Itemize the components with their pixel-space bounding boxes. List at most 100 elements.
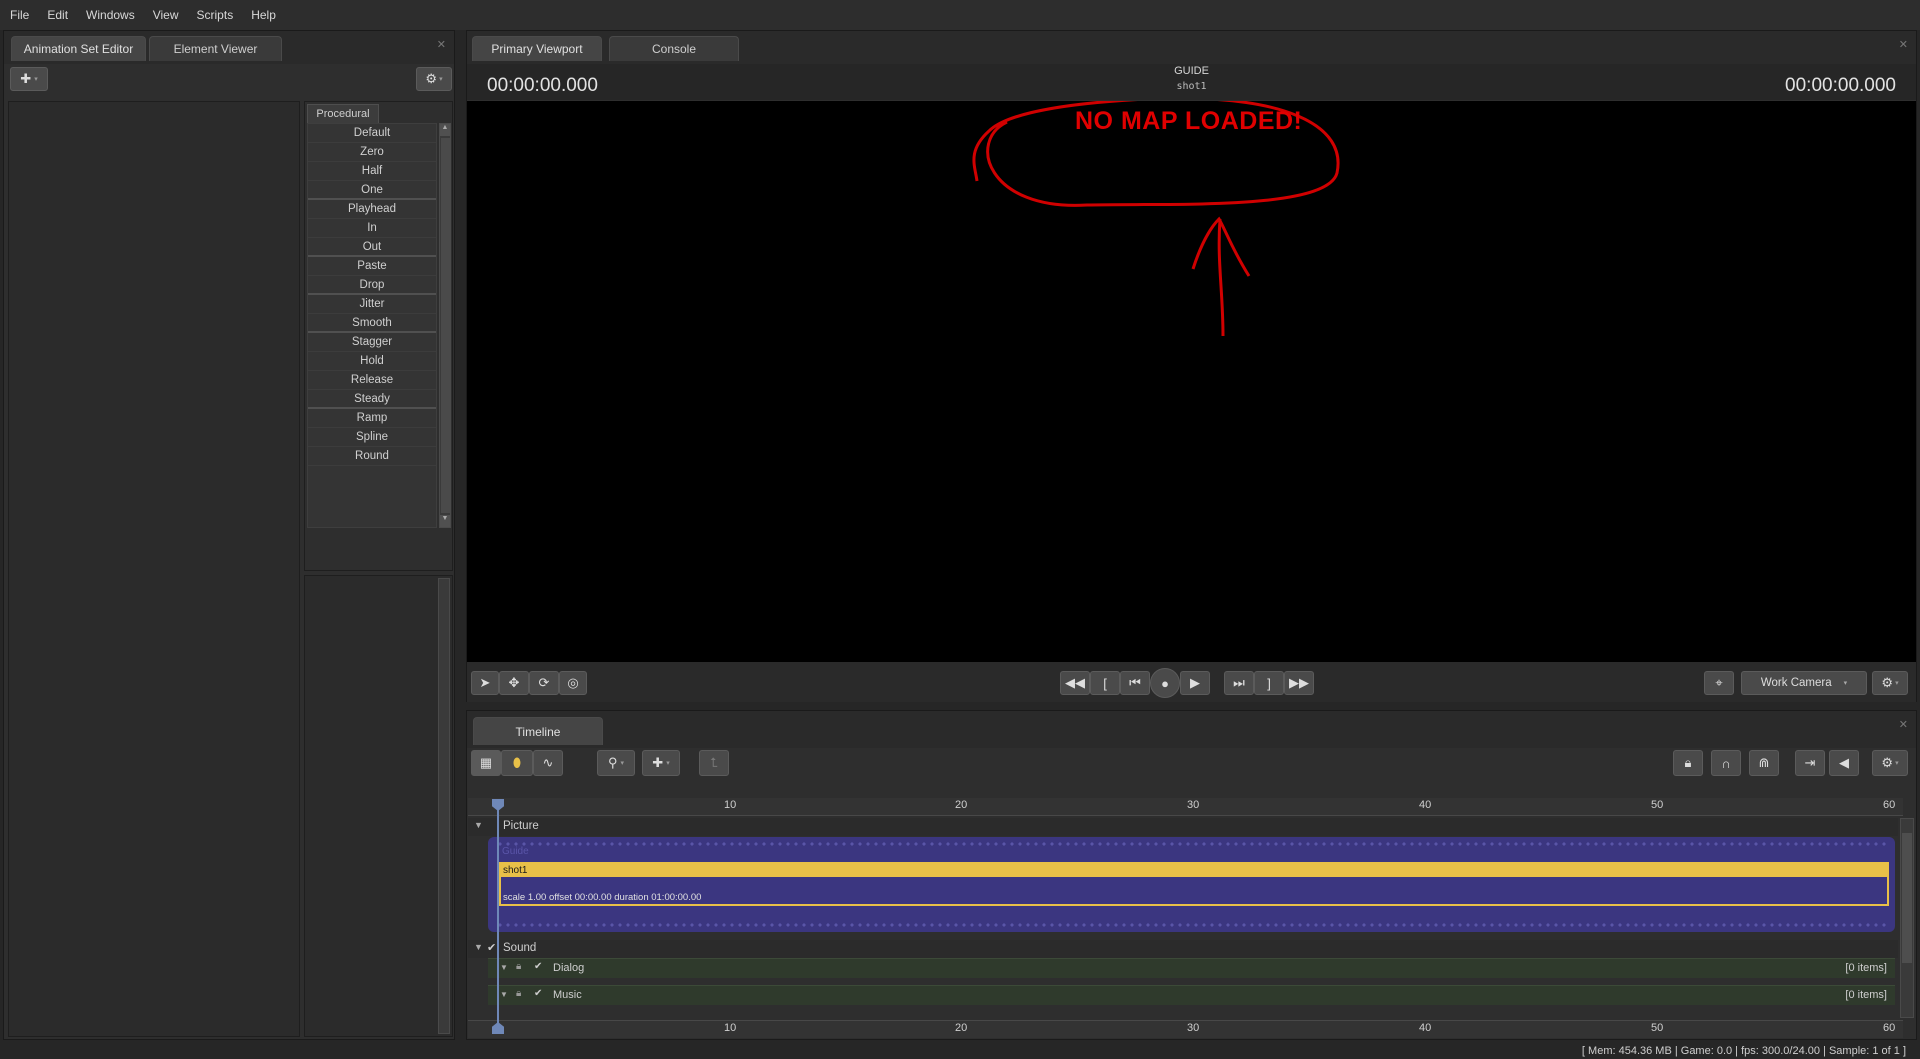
bracket-right-icon: ] bbox=[1267, 675, 1271, 691]
preset-jitter[interactable]: Jitter bbox=[308, 295, 436, 314]
tab-element-viewer[interactable]: Element Viewer bbox=[149, 36, 282, 61]
snap-frames-button[interactable]: ⋒ bbox=[1749, 750, 1779, 776]
fast-forward-button[interactable]: ▶▶ bbox=[1284, 671, 1314, 695]
motion-editor-mode-button[interactable]: ⬮ bbox=[501, 750, 533, 776]
timeline-settings-button[interactable]: ⚙ ▾ bbox=[1872, 750, 1908, 776]
procedural-scrollbar[interactable]: ▲ ▼ bbox=[439, 123, 451, 528]
go-to-in-button[interactable]: [ bbox=[1090, 671, 1120, 695]
camera-select[interactable]: Work Camera ▾ bbox=[1741, 671, 1867, 695]
collapse-arrow-icon[interactable]: ▼ bbox=[474, 820, 483, 830]
shot-clip-name: shot1 bbox=[503, 865, 528, 876]
close-icon[interactable]: ✕ bbox=[437, 38, 446, 51]
mute-button[interactable]: ◀ bbox=[1829, 750, 1859, 776]
ruler-tick-50: 50 bbox=[1651, 799, 1664, 811]
picture-track[interactable]: Guide shot1 scale 1.00 offset 00:00.00 d… bbox=[488, 837, 1895, 932]
timeline-ruler-top[interactable]: 10 20 30 40 50 60 bbox=[468, 798, 1903, 816]
check-icon[interactable]: ✔ bbox=[534, 961, 542, 972]
close-icon[interactable]: ✕ bbox=[1899, 718, 1908, 731]
record-icon: ● bbox=[1161, 675, 1169, 691]
settings-button[interactable]: ⚙ ▾ bbox=[416, 67, 452, 91]
collapse-arrow-icon[interactable]: ▼ bbox=[500, 963, 508, 972]
lock-icon[interactable]: 🔒︎ bbox=[516, 988, 521, 999]
procedural-list: Default Zero Half One Playhead In Out Pa… bbox=[307, 123, 437, 528]
tab-primary-viewport[interactable]: Primary Viewport bbox=[472, 36, 602, 61]
menu-view[interactable]: View bbox=[153, 8, 179, 22]
arrow-cursor-icon: ➤ bbox=[479, 675, 491, 690]
next-frame-button[interactable]: ⏭ bbox=[1224, 671, 1254, 695]
preset-playhead[interactable]: Playhead bbox=[308, 200, 436, 219]
plus-icon: ✚ bbox=[652, 755, 664, 770]
animation-set-editor-panel: Animation Set Editor Element Viewer ✕ ✚ ▾… bbox=[3, 30, 455, 1040]
tab-timeline[interactable]: Timeline bbox=[473, 717, 603, 745]
menu-edit[interactable]: Edit bbox=[47, 8, 68, 22]
collapse-arrow-icon[interactable]: ▼ bbox=[474, 942, 483, 952]
close-icon[interactable]: ✕ bbox=[1899, 38, 1908, 51]
tab-procedural[interactable]: Procedural bbox=[307, 104, 379, 123]
lock-view-button[interactable]: 🔒︎ bbox=[1673, 750, 1703, 776]
preset-hold[interactable]: Hold bbox=[308, 352, 436, 371]
graph-editor-mode-button[interactable]: ∿ bbox=[533, 750, 563, 776]
menu-file[interactable]: File bbox=[10, 8, 29, 22]
add-button[interactable]: ✚ ▾ bbox=[10, 67, 48, 91]
sound-track-header[interactable]: ▼ ✔ Sound bbox=[468, 940, 1898, 958]
check-icon[interactable]: ✔ bbox=[534, 988, 542, 999]
preset-out[interactable]: Out bbox=[308, 238, 436, 257]
preset-in[interactable]: In bbox=[308, 219, 436, 238]
preset-stagger[interactable]: Stagger bbox=[308, 333, 436, 352]
preset-drop[interactable]: Drop bbox=[308, 276, 436, 295]
preset-smooth[interactable]: Smooth bbox=[308, 314, 436, 333]
viewport-settings-button[interactable]: ⚙ ▾ bbox=[1872, 671, 1908, 695]
preset-one[interactable]: One bbox=[308, 181, 436, 200]
go-to-out-button[interactable]: ] bbox=[1254, 671, 1284, 695]
preset-spline[interactable]: Spline bbox=[308, 428, 436, 447]
picture-track-header[interactable]: ▼ Picture bbox=[468, 818, 1898, 836]
move-tool-button[interactable]: ✥ bbox=[499, 671, 529, 695]
preset-default[interactable]: Default bbox=[308, 124, 436, 143]
procedural-panel: Procedural Default Zero Half One Playhea… bbox=[304, 101, 453, 594]
play-button[interactable]: ▶ bbox=[1180, 671, 1210, 695]
preset-steady[interactable]: Steady bbox=[308, 390, 436, 409]
preset-half[interactable]: Half bbox=[308, 162, 436, 181]
crosshair-icon: ⌖ bbox=[1715, 675, 1723, 690]
viewport-canvas[interactable]: NO MAP LOADED! bbox=[467, 101, 1916, 662]
preset-zero[interactable]: Zero bbox=[308, 143, 436, 162]
left-tabbar: Animation Set Editor Element Viewer ✕ bbox=[4, 31, 454, 64]
track-dialog[interactable]: ▼ 🔒︎ ✔ Dialog [0 items] bbox=[488, 958, 1895, 978]
record-button[interactable]: ● bbox=[1150, 668, 1180, 698]
lower-scrollbar[interactable] bbox=[438, 578, 450, 1034]
move-icon: ✥ bbox=[508, 675, 520, 690]
menu-scripts[interactable]: Scripts bbox=[197, 8, 234, 22]
menu-help[interactable]: Help bbox=[251, 8, 276, 22]
playhead[interactable] bbox=[497, 800, 499, 1032]
rewind-button[interactable]: ◀◀ bbox=[1060, 671, 1090, 695]
lock-icon[interactable]: 🔒︎ bbox=[516, 961, 521, 972]
up-level-button[interactable]: ⮤ bbox=[699, 750, 729, 776]
select-tool-button[interactable]: ➤ bbox=[471, 671, 499, 695]
rotate-tool-button[interactable]: ⟳ bbox=[529, 671, 559, 695]
time-left: 00:00:00.000 bbox=[487, 75, 598, 96]
pivot-tool-button[interactable]: ◎ bbox=[559, 671, 587, 695]
viewport-overlay-shot: shot1 bbox=[1176, 81, 1207, 92]
check-icon[interactable]: ✔ bbox=[487, 941, 496, 954]
snap-button[interactable]: ∩ bbox=[1711, 750, 1741, 776]
menu-windows[interactable]: Windows bbox=[86, 8, 135, 22]
preset-round[interactable]: Round bbox=[308, 447, 436, 466]
preset-paste[interactable]: Paste bbox=[308, 257, 436, 276]
timeline-scrollbar[interactable] bbox=[1900, 818, 1914, 1018]
track-music[interactable]: ▼ 🔒︎ ✔ Music [0 items] bbox=[488, 985, 1895, 1005]
animation-set-tree[interactable] bbox=[8, 101, 300, 1037]
shot-clip[interactable]: shot1 scale 1.00 offset 00:00.00 duratio… bbox=[499, 862, 1889, 906]
tab-animation-set-editor[interactable]: Animation Set Editor bbox=[11, 36, 146, 61]
camera-target-button[interactable]: ⌖ bbox=[1704, 671, 1734, 695]
preset-ramp[interactable]: Ramp bbox=[308, 409, 436, 428]
preset-release[interactable]: Release bbox=[308, 371, 436, 390]
prev-frame-button[interactable]: ⏮ bbox=[1120, 671, 1150, 695]
tab-console[interactable]: Console bbox=[609, 36, 739, 61]
timeline-ruler-bottom[interactable]: 10 20 30 40 50 60 bbox=[468, 1020, 1903, 1038]
clip-editor-mode-button[interactable]: ▦ bbox=[471, 750, 501, 776]
add-marker-button[interactable]: ⚲ ▾ bbox=[597, 750, 635, 776]
add-clip-button[interactable]: ✚ ▾ bbox=[642, 750, 680, 776]
go-to-playhead-button[interactable]: ⇥ bbox=[1795, 750, 1825, 776]
chevron-down-icon: ▾ bbox=[1843, 680, 1848, 687]
collapse-arrow-icon[interactable]: ▼ bbox=[500, 990, 508, 999]
